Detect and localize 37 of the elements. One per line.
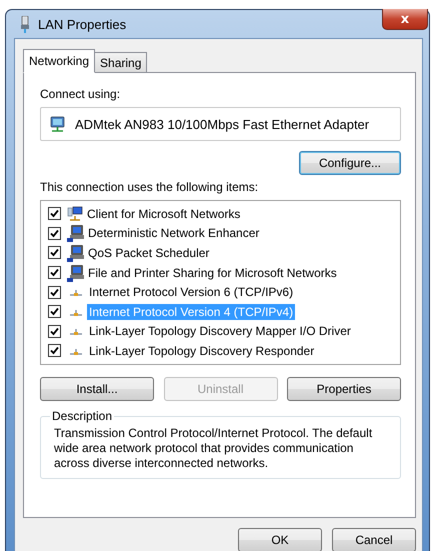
dialog-button[interactable]: Cancel — [332, 528, 416, 551]
checkbox[interactable] — [48, 226, 61, 240]
list-item[interactable]: File and Printer Sharing for Microsoft Networks — [86, 264, 339, 281]
tab[interactable]: Networking — [23, 49, 96, 73]
dialog-button[interactable]: OK — [238, 528, 322, 551]
list-item[interactable]: QoS Packet Scheduler — [86, 244, 212, 261]
protocol-icon — [68, 287, 84, 298]
window-title: LAN Properties — [38, 16, 126, 32]
group-title: Description — [51, 409, 114, 423]
checkbox[interactable] — [48, 286, 61, 299]
list-item[interactable]: Deterministic Network Enhancer — [86, 225, 262, 242]
adapter-name: ADMtek AN983 10/100Mbps Fast Ethernet Adapter — [75, 116, 370, 132]
checkbox[interactable] — [48, 246, 61, 260]
computer-icon — [67, 264, 85, 282]
list-item[interactable]: Internet Protocol Version 6 (TCP/IPv6) — [87, 284, 296, 300]
protocol-icon — [68, 326, 84, 336]
connect-using-label: Connect using: — [40, 87, 122, 101]
checkbox[interactable] — [48, 305, 61, 318]
list-item[interactable]: Link-Layer Topology Discovery Responder — [87, 342, 316, 359]
computer-icon — [67, 224, 85, 242]
item-action-button[interactable]: Install... — [40, 377, 154, 401]
items-label: This connection uses the following items: — [40, 180, 260, 194]
checkbox[interactable] — [48, 207, 61, 220]
list-item[interactable]: Link-Layer Topology Discovery Mapper I/O Driver — [87, 323, 353, 340]
description-text: Transmission Control Protocol/Internet Protocol. The default wide area network protocol that provides communication across diverse interconnected networks. — [54, 426, 374, 471]
network-cable-icon — [20, 16, 30, 32]
configure-button[interactable]: Configure... — [299, 151, 401, 175]
list-item[interactable]: Client for Microsoft Networks — [85, 206, 242, 222]
network-adapter-icon — [49, 116, 66, 132]
computer-icon — [67, 244, 85, 262]
tab[interactable]: Sharing — [94, 52, 148, 73]
item-action-button[interactable]: Properties — [287, 377, 401, 401]
checkbox[interactable] — [48, 324, 61, 338]
close-button[interactable]: x — [382, 9, 428, 30]
checkbox[interactable] — [48, 266, 61, 280]
checkbox[interactable] — [48, 344, 61, 358]
network-client-icon — [67, 206, 83, 222]
